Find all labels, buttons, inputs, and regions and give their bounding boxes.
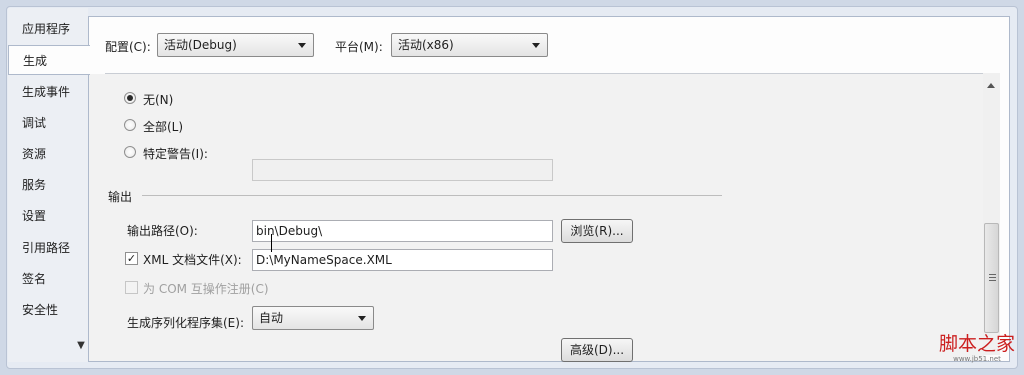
- sidebar-item-signing[interactable]: 签名: [8, 264, 88, 294]
- chevron-down-icon: [358, 316, 366, 321]
- advanced-button[interactable]: 高级(D)...: [561, 338, 633, 362]
- com-interop-checkbox[interactable]: [125, 281, 138, 294]
- site-watermark: 脚本之家 www.jb51.net: [932, 333, 1022, 364]
- serialization-dropdown-value: 自动: [259, 311, 284, 325]
- xml-doc-input[interactable]: D:\MyNameSpace.XML: [252, 249, 553, 271]
- warnings-all-radio[interactable]: [124, 119, 136, 131]
- config-dropdown-value: 活动(Debug): [164, 38, 237, 52]
- configuration-bar: 配置(C): 活动(Debug) 平台(M): 活动(x86): [89, 17, 1009, 73]
- warnings-specific-label: 特定警告(I):: [143, 147, 208, 161]
- platform-dropdown[interactable]: 活动(x86): [391, 33, 548, 57]
- output-path-input[interactable]: bin\Debug\: [252, 220, 553, 242]
- sidebar-item-build[interactable]: 生成: [8, 45, 90, 75]
- sidebar-item-security[interactable]: 安全性: [8, 295, 88, 325]
- warnings-specific-radio[interactable]: [124, 146, 136, 158]
- warnings-none-radio[interactable]: [124, 92, 136, 104]
- config-label: 配置(C):: [105, 40, 151, 54]
- grip-icon: [989, 274, 996, 275]
- xml-doc-checkbox[interactable]: ✓: [125, 252, 138, 265]
- browse-button[interactable]: 浏览(R)...: [561, 219, 633, 243]
- scrollbar-thumb[interactable]: [984, 223, 999, 333]
- output-section-title: 输出: [108, 190, 133, 204]
- watermark-title: 脚本之家: [938, 333, 1015, 355]
- sidebar-item-application[interactable]: 应用程序: [8, 14, 88, 44]
- warnings-none-label: 无(N): [143, 93, 174, 107]
- xml-doc-label: XML 文档文件(X):: [143, 253, 242, 267]
- specific-warnings-input[interactable]: [252, 159, 553, 181]
- output-path-label: 输出路径(O):: [127, 224, 198, 238]
- sidebar-item-reference-paths[interactable]: 引用路径: [8, 233, 88, 263]
- scroll-up-arrow-icon[interactable]: [987, 83, 995, 88]
- com-interop-label: 为 COM 互操作注册(C): [143, 282, 269, 296]
- text-cursor: [271, 234, 272, 252]
- sidebar-item-debug[interactable]: 调试: [8, 108, 88, 138]
- sidebar-item-services[interactable]: 服务: [8, 170, 88, 200]
- sidebar-item-build-events[interactable]: 生成事件: [8, 77, 88, 107]
- sidebar-item-settings[interactable]: 设置: [8, 201, 88, 231]
- watermark-url: www.jb51.net: [953, 355, 1001, 363]
- build-settings-content: 无(N) 全部(L) 特定警告(I): 输出 输出路径(O): bin\Debu…: [89, 74, 984, 362]
- platform-label: 平台(M):: [335, 40, 383, 54]
- serialization-label: 生成序列化程序集(E):: [127, 316, 244, 330]
- output-section-divider: [142, 195, 722, 196]
- warnings-all-label: 全部(L): [143, 120, 184, 134]
- sidebar-item-resources[interactable]: 资源: [8, 139, 88, 169]
- chevron-down-icon: [532, 43, 540, 48]
- config-dropdown[interactable]: 活动(Debug): [157, 33, 314, 57]
- sidebar: 应用程序 生成 生成事件 调试 资源 服务 设置 引用路径 签名 安全性 ▼: [8, 8, 90, 362]
- sidebar-scroll-down-icon[interactable]: ▼: [74, 338, 88, 354]
- serialization-dropdown[interactable]: 自动: [252, 306, 374, 330]
- vertical-scrollbar[interactable]: [983, 73, 1000, 355]
- chevron-down-icon: [298, 43, 306, 48]
- platform-dropdown-value: 活动(x86): [398, 38, 454, 52]
- build-page-panel: 配置(C): 活动(Debug) 平台(M): 活动(x86) 无(N) 全部(…: [88, 16, 1010, 362]
